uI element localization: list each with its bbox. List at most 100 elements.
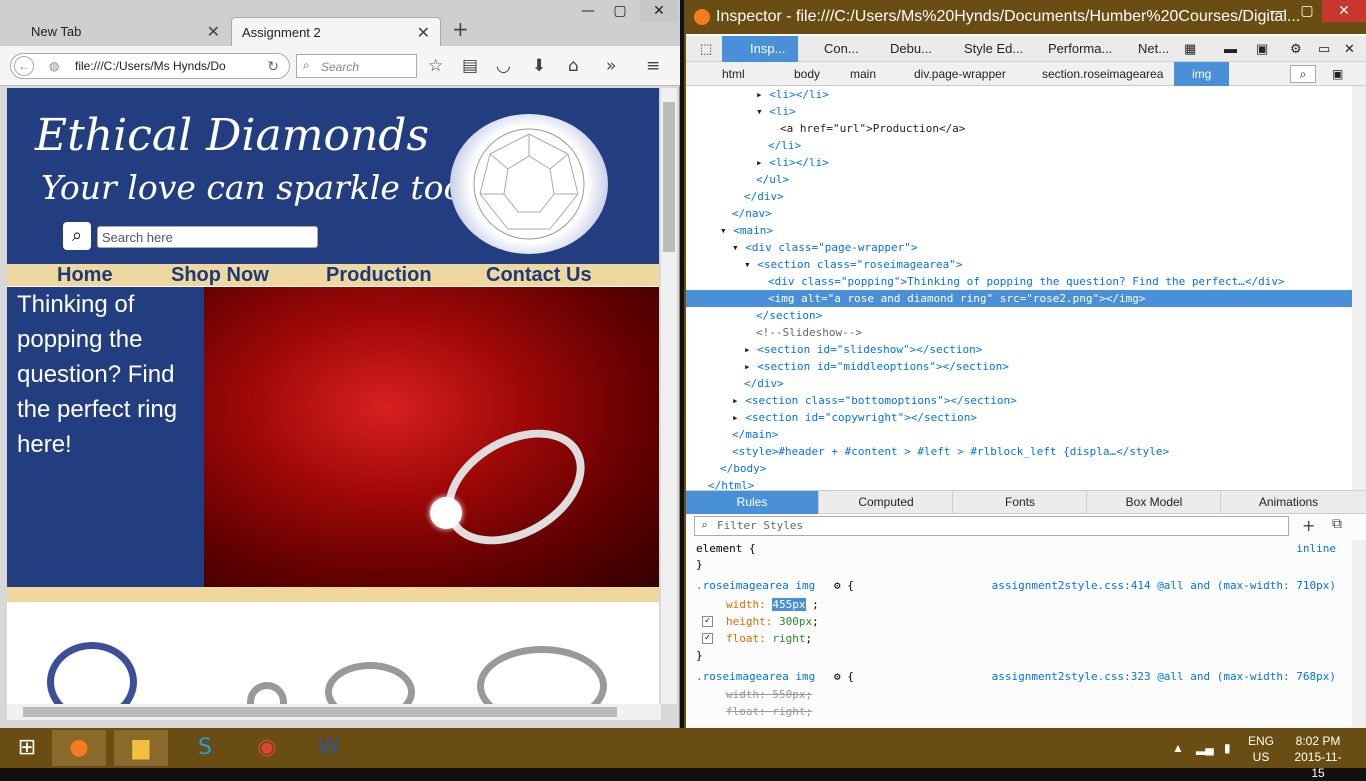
tree-line[interactable]: ▾ <div class="page-wrapper">: [686, 239, 1352, 256]
css-declaration[interactable]: width: 455px ;: [726, 596, 819, 613]
checkbox[interactable]: ✓: [702, 616, 713, 627]
tab-fonts[interactable]: Fonts: [954, 491, 1087, 514]
home-icon[interactable]: ⌂: [568, 56, 579, 76]
tree-line[interactable]: ▸ <li></li>: [686, 154, 1352, 171]
windows-start-icon[interactable]: ⊞: [0, 730, 54, 766]
tree-line[interactable]: ▾ <section class="roseimagearea">: [686, 256, 1352, 273]
minimize-button[interactable]: —: [1262, 0, 1292, 22]
tree-line[interactable]: <div class="popping">Thinking of popping…: [686, 273, 1352, 290]
tab-computed[interactable]: Computed: [820, 491, 953, 514]
crumb-main[interactable]: main: [850, 62, 876, 86]
reading-list-icon[interactable]: ▤: [462, 56, 478, 76]
nav-contact-us[interactable]: Contact Us: [486, 264, 592, 286]
nav-production[interactable]: Production: [326, 264, 432, 286]
tree-line[interactable]: <a href="url">Production</a>: [686, 120, 1352, 137]
close-icon[interactable]: ✕: [207, 22, 220, 42]
nav-shop-now[interactable]: Shop Now: [171, 264, 269, 286]
network-icon[interactable]: ▂▄: [1196, 740, 1214, 756]
download-icon[interactable]: ⬇: [532, 56, 546, 76]
tree-line[interactable]: </div>: [686, 188, 1352, 205]
editing-value[interactable]: 455px: [772, 598, 806, 611]
css-declaration-overridden[interactable]: width: 550px;: [726, 686, 812, 703]
tree-line[interactable]: ▸ <li></li>: [686, 86, 1352, 103]
crumb-body[interactable]: body: [794, 62, 820, 86]
tree-line[interactable]: ▾ <li>: [686, 103, 1352, 120]
add-rule-icon[interactable]: +: [1302, 516, 1315, 535]
rule-source[interactable]: assignment2style.css:323 @all and (max-w…: [992, 668, 1336, 685]
rule-source[interactable]: inline: [1296, 540, 1336, 557]
maximize-button[interactable]: ▢: [604, 0, 636, 22]
checkbox[interactable]: ✓: [702, 633, 713, 644]
close-icon[interactable]: ✕: [1344, 36, 1355, 62]
layout-icon[interactable]: ▦: [1184, 36, 1196, 62]
dock-icon[interactable]: ▬: [1224, 36, 1237, 62]
menu-icon[interactable]: ≡: [646, 56, 660, 76]
pseudo-class-icon[interactable]: ⧉: [1332, 516, 1342, 532]
tab-inspector[interactable]: Insp...: [722, 36, 798, 62]
pick-element-icon[interactable]: ⬚: [700, 36, 712, 62]
crumb-section[interactable]: section.roseimagearea: [1042, 62, 1163, 86]
skype-icon[interactable]: S: [178, 730, 232, 766]
tab-animations[interactable]: Animations: [1222, 491, 1355, 514]
tab-new-tab[interactable]: New Tab ✕: [0, 17, 230, 46]
show-hidden-icon[interactable]: ▲: [1172, 740, 1184, 756]
tab-console[interactable]: Con...: [804, 36, 859, 62]
tree-line[interactable]: <!--Slideshow-->: [686, 324, 1352, 341]
css-declaration-overridden[interactable]: float: right;: [726, 703, 812, 720]
tab-rules[interactable]: Rules: [686, 491, 819, 514]
language-indicator[interactable]: ENG US: [1248, 733, 1274, 765]
responsive-icon[interactable]: ▣: [1256, 36, 1268, 62]
tree-line[interactable]: ▸ <section id="copywright"></section>: [686, 409, 1352, 426]
markup-scrollbar[interactable]: [1352, 86, 1366, 490]
back-icon[interactable]: ←: [14, 56, 34, 76]
filter-styles-input[interactable]: ⌕ Filter Styles: [694, 516, 1289, 536]
tab-performance[interactable]: Performa...: [1026, 36, 1112, 62]
crumb-img[interactable]: img: [1174, 62, 1230, 86]
tab-assignment-2[interactable]: Assignment 2 ✕: [231, 17, 441, 46]
rule-source[interactable]: assignment2style.css:414 @all and (max-w…: [992, 577, 1336, 594]
window-close-button[interactable]: ✕: [640, 0, 678, 22]
css-declaration[interactable]: height: 300px;: [726, 613, 819, 630]
nav-home[interactable]: Home: [57, 264, 113, 286]
close-icon[interactable]: ✕: [417, 23, 430, 43]
clock[interactable]: 8:02 PM 2015-11-15: [1288, 733, 1348, 781]
firefox-icon[interactable]: ●: [52, 730, 106, 766]
site-search-input[interactable]: Search here: [97, 226, 318, 248]
bookmark-star-icon[interactable]: ☆: [428, 56, 443, 76]
file-explorer-icon[interactable]: ▆: [114, 730, 168, 766]
tab-box-model[interactable]: Box Model: [1088, 491, 1221, 514]
css-declaration[interactable]: float: right;: [726, 630, 812, 647]
minimize-button[interactable]: —: [572, 0, 604, 22]
search-icon[interactable]: ⌕: [1290, 65, 1316, 83]
new-tab-button[interactable]: +: [452, 17, 469, 41]
window-close-button[interactable]: ✕: [1322, 0, 1366, 22]
tree-line[interactable]: </section>: [686, 307, 1352, 324]
tree-line[interactable]: ▾ <main>: [686, 222, 1352, 239]
volume-icon[interactable]: ▮: [1224, 740, 1231, 756]
word-icon[interactable]: W: [302, 730, 356, 766]
tab-network[interactable]: Net...: [1116, 36, 1169, 62]
maximize-button[interactable]: ▢: [1292, 0, 1322, 22]
tree-line[interactable]: </ul>: [686, 171, 1352, 188]
vertical-scrollbar[interactable]: [661, 88, 677, 704]
rules-scrollbar[interactable]: [1352, 540, 1366, 728]
tree-line[interactable]: ▸ <section id="slideshow"></section>: [686, 341, 1352, 358]
gear-icon[interactable]: ⚙: [1290, 36, 1302, 62]
dock-side-icon[interactable]: ▭: [1318, 36, 1330, 62]
tree-line[interactable]: </main>: [686, 426, 1352, 443]
horizontal-scrollbar[interactable]: [7, 704, 661, 720]
browser-search-input[interactable]: ⌕ Search: [296, 54, 417, 78]
sidebar-toggle-icon[interactable]: ▣: [1332, 62, 1343, 86]
overflow-icon[interactable]: »: [606, 56, 616, 76]
pocket-icon[interactable]: ◡: [496, 56, 511, 76]
tree-line[interactable]: <style>#header + #content > #left > #rlb…: [686, 443, 1352, 460]
tree-line[interactable]: </div>: [686, 375, 1352, 392]
tab-debugger[interactable]: Debu...: [870, 36, 932, 62]
crumb-div[interactable]: div.page-wrapper: [914, 62, 1006, 86]
tree-line-selected[interactable]: <img alt="a rose and diamond ring" src="…: [686, 290, 1352, 307]
tree-line[interactable]: ▸ <section id="middleoptions"></section>: [686, 358, 1352, 375]
tree-line[interactable]: </nav>: [686, 205, 1352, 222]
tree-line[interactable]: </body>: [686, 460, 1352, 477]
reload-icon[interactable]: ↻: [267, 58, 279, 75]
tab-style-editor[interactable]: Style Ed...: [942, 36, 1023, 62]
